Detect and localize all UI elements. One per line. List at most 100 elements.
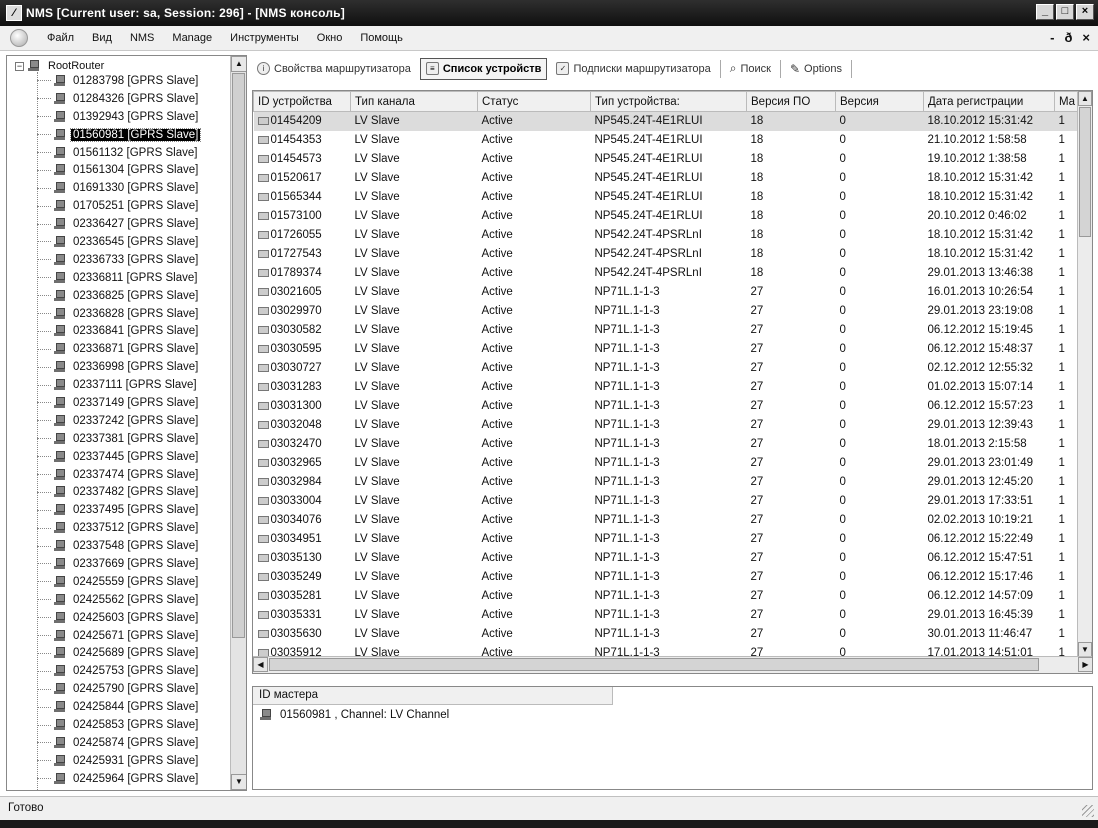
table-row[interactable]: 03033004 LV Slave Active NP71L.1-1-3 27 0 29.0… (254, 492, 1079, 511)
tree-item[interactable]: 01284326 [GPRS Slave] (37, 90, 200, 108)
table-row[interactable]: 01727543 LV Slave Active NP542.24T-4PSRLnI 1… (254, 245, 1079, 264)
table-row[interactable]: 03035249 LV Slave Active NP71L.1-1-3 27 0 06.1… (254, 568, 1079, 587)
table-row[interactable]: 03032048 LV Slave Active NP71L.1-1-3 27 0 29.0… (254, 416, 1079, 435)
table-row[interactable]: 03034076 LV Slave Active NP71L.1-1-3 27 0 02.0… (254, 511, 1079, 530)
detail-row[interactable]: 01560981 , Channel: LV Channel (253, 705, 1092, 725)
table-row[interactable]: 03032965 LV Slave Active NP71L.1-1-3 27 0 29.0… (254, 454, 1079, 473)
tree-item[interactable]: 02337482 [GPRS Slave] (37, 483, 200, 501)
table-row[interactable]: 01726055 LV Slave Active NP542.24T-4PSRLnI 1… (254, 226, 1079, 245)
tree-item[interactable]: 02425874 [GPRS Slave] (37, 734, 200, 752)
table-row[interactable]: 01454209 LV Slave Active NP545.24T-4E1RLUI 1… (253, 111, 1079, 131)
column-header[interactable]: Версия ПО (746, 91, 836, 112)
tree-item[interactable]: 02336825 [GPRS Slave] (37, 287, 200, 305)
tab-router-subscriptions[interactable]: ✓ Подписки маршрутизатора (551, 58, 715, 80)
table-row[interactable]: 01573100 LV Slave Active NP545.24T-4E1RLUI 1… (254, 207, 1079, 226)
column-header[interactable]: Статус (477, 91, 591, 112)
tree-item[interactable]: 02337474 [GPRS Slave] (37, 466, 200, 484)
menu-help[interactable]: Помощь (351, 32, 412, 44)
column-header[interactable]: Ma (1054, 91, 1079, 112)
tree-item[interactable]: 01691330 [GPRS Slave] (37, 179, 200, 197)
tree-item[interactable]: 02425562 [GPRS Slave] (37, 591, 200, 609)
tree-item[interactable]: 02336998 [GPRS Slave] (37, 358, 200, 376)
tree-item[interactable]: 02337548 [GPRS Slave] (37, 537, 200, 555)
table-row[interactable]: 03035281 LV Slave Active NP71L.1-1-3 27 0 06.1… (254, 587, 1079, 606)
table-row[interactable]: 03031283 LV Slave Active NP71L.1-1-3 27 0 01.0… (254, 378, 1079, 397)
tree-item[interactable]: 02337495 [GPRS Slave] (37, 501, 200, 519)
tree-item[interactable]: 02337445 [GPRS Slave] (37, 448, 200, 466)
table-row[interactable]: 03030727 LV Slave Active NP71L.1-1-3 27 0 02.1… (254, 359, 1079, 378)
table-row[interactable]: 03032470 LV Slave Active NP71L.1-1-3 27 0 18.0… (254, 435, 1079, 454)
scroll-right-arrow-icon[interactable]: ▶ (1078, 657, 1092, 672)
close-button[interactable]: × (1076, 4, 1094, 20)
table-row[interactable]: 03035130 LV Slave Active NP71L.1-1-3 27 0 06.1… (254, 549, 1079, 568)
tree-item[interactable]: 02336841 [GPRS Slave] (37, 322, 200, 340)
table-row[interactable]: 01789374 LV Slave Active NP542.24T-4PSRLnI 1… (254, 264, 1079, 283)
tree-item[interactable]: 01560981 [GPRS Slave] (37, 126, 202, 144)
tab-search[interactable]: ⌕ Поиск (725, 58, 776, 80)
tree-item[interactable]: 01705251 [GPRS Slave] (37, 197, 200, 215)
table-row[interactable]: 03035630 LV Slave Active NP71L.1-1-3 27 0 30.0… (254, 625, 1079, 644)
tree-scrollbar[interactable]: ▲ ▼ (230, 56, 246, 790)
table-row[interactable]: 03021605 LV Slave Active NP71L.1-1-3 27 0 16.0… (254, 283, 1079, 302)
menu-file[interactable]: Файл (38, 32, 83, 44)
table-row[interactable]: 03035331 LV Slave Active NP71L.1-1-3 27 0 29.0… (254, 606, 1079, 625)
tab-router-properties[interactable]: i Свойства маршрутизатора (252, 58, 416, 80)
tree-item[interactable]: 02425853 [GPRS Slave] (37, 716, 200, 734)
menu-view[interactable]: Вид (83, 32, 121, 44)
scroll-down-arrow-icon[interactable]: ▼ (231, 774, 246, 790)
table-row[interactable]: 01565344 LV Slave Active NP545.24T-4E1RLUI 1… (254, 188, 1079, 207)
tree-item[interactable]: 02337149 [GPRS Slave] (37, 394, 200, 412)
tree-item[interactable]: 02337512 [GPRS Slave] (37, 519, 200, 537)
tree-item[interactable]: 02336828 [GPRS Slave] (37, 305, 200, 323)
tree-item[interactable]: 02425964 [GPRS Slave] (37, 770, 200, 788)
table-row[interactable]: 03030582 LV Slave Active NP71L.1-1-3 27 0 06.1… (254, 321, 1079, 340)
tree-item[interactable]: 02337669 [GPRS Slave] (37, 555, 200, 573)
table-row[interactable]: 03032984 LV Slave Active NP71L.1-1-3 27 0 29.0… (254, 473, 1079, 492)
tab-options[interactable]: ✎ Options (785, 58, 847, 80)
tree-item[interactable]: 02336871 [GPRS Slave] (37, 340, 200, 358)
table-row[interactable]: 03034951 LV Slave Active NP71L.1-1-3 27 0 06.1… (254, 530, 1079, 549)
scroll-down-arrow-icon[interactable]: ▼ (1078, 642, 1092, 657)
window-title-bar[interactable]: ⁄ NMS [Current user: sa, Session: 296] -… (0, 0, 1098, 26)
tree-item[interactable]: 02336545 [GPRS Slave] (37, 233, 200, 251)
tree-item[interactable]: 02425844 [GPRS Slave] (37, 698, 200, 716)
menu-window[interactable]: Окно (308, 32, 352, 44)
app-logo-icon[interactable] (10, 29, 28, 47)
tree-item[interactable]: 02336811 [GPRS Slave] (37, 269, 200, 287)
menu-manage[interactable]: Manage (163, 32, 221, 44)
menu-tools[interactable]: Инструменты (221, 32, 308, 44)
scroll-up-arrow-icon[interactable]: ▲ (231, 56, 246, 72)
tree-item[interactable]: 01392943 [GPRS Slave] (37, 108, 200, 126)
tree-scroll-thumb[interactable] (232, 73, 245, 638)
minimize-button[interactable]: _ (1036, 4, 1054, 20)
mdi-minimize-button[interactable]: - (1050, 30, 1054, 45)
tree-item[interactable]: 02425753 [GPRS Slave] (37, 662, 200, 680)
tree-item[interactable]: 02425671 [GPRS Slave] (37, 627, 200, 645)
column-header[interactable]: ID устройства (253, 91, 351, 112)
grid-vertical-scrollbar[interactable]: ▲ ▼ (1077, 91, 1092, 657)
column-header[interactable]: Дата регистрации (923, 91, 1055, 112)
menu-nms[interactable]: NMS (121, 32, 163, 44)
tree-item[interactable]: 02425559 [GPRS Slave] (37, 573, 200, 591)
detail-column-header[interactable]: ID мастера (253, 687, 613, 705)
grid-vscroll-thumb[interactable] (1079, 107, 1091, 237)
maximize-button[interactable]: □ (1056, 4, 1074, 20)
tree-item[interactable]: 02425603 [GPRS Slave] (37, 609, 200, 627)
grid-horizontal-scrollbar[interactable]: ◀ ▶ (253, 656, 1092, 673)
resize-grip-icon[interactable] (1082, 805, 1094, 817)
table-row[interactable]: 01454353 LV Slave Active NP545.24T-4E1RLUI 1… (254, 131, 1079, 150)
tree-item[interactable]: 01561132 [GPRS Slave] (37, 144, 200, 162)
tree-root-node[interactable]: − RootRouter (15, 59, 104, 73)
table-row[interactable]: 01454573 LV Slave Active NP545.24T-4E1RLUI 1… (254, 150, 1079, 169)
tab-device-list[interactable]: ≡ Список устройств (419, 57, 548, 80)
mdi-close-button[interactable]: × (1082, 30, 1090, 45)
column-header[interactable]: Тип устройства: (590, 91, 747, 112)
tree-item[interactable]: 02337111 [GPRS Slave] (37, 376, 200, 394)
tree-item[interactable]: 02336427 [GPRS Slave] (37, 215, 200, 233)
tree-item[interactable]: 02425689 [GPRS Slave] (37, 645, 200, 663)
tree-item[interactable]: 02337242 [GPRS Slave] (37, 412, 200, 430)
table-row[interactable]: 03031300 LV Slave Active NP71L.1-1-3 27 0 06.1… (254, 397, 1079, 416)
mdi-restore-button[interactable]: ð (1064, 30, 1072, 45)
column-header[interactable]: Тип канала (350, 91, 478, 112)
column-header[interactable]: Версия (835, 91, 924, 112)
